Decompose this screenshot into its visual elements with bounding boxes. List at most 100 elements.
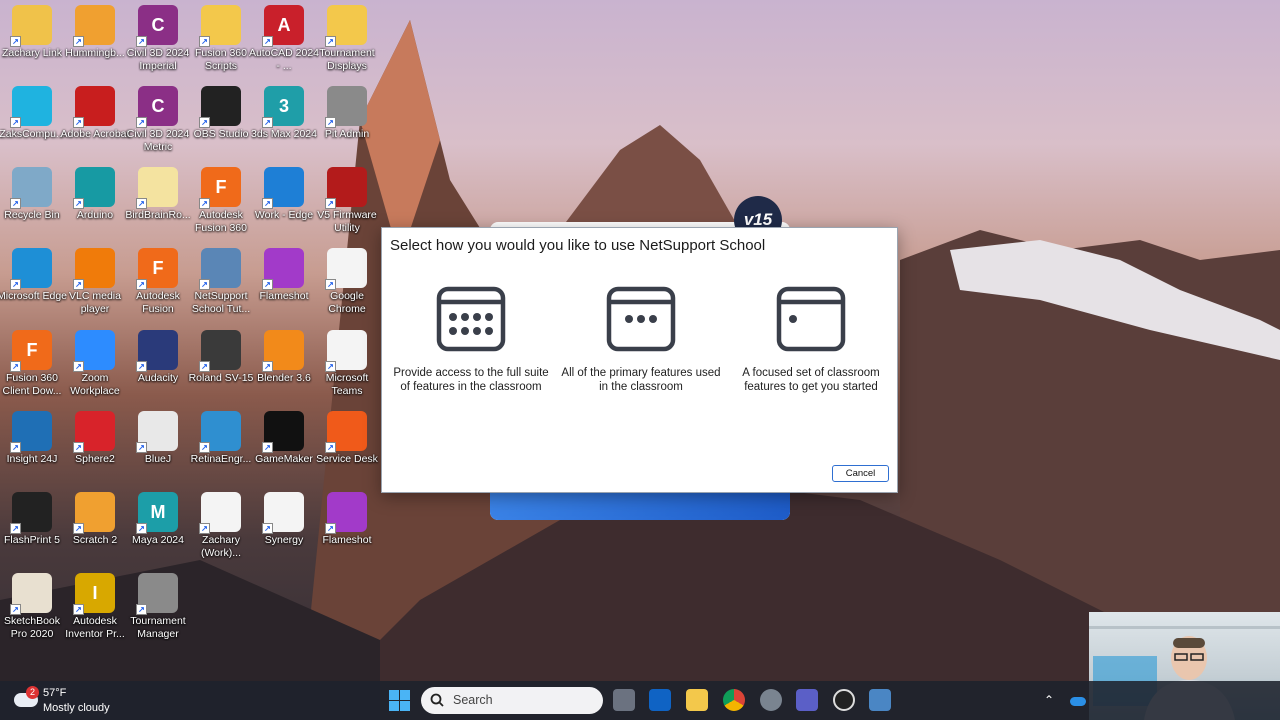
desktop-icon[interactable]: ↗ V5 Firmware Utility <box>315 167 379 247</box>
option-focused-set[interactable]: A focused set of classroom features to g… <box>731 286 891 394</box>
shortcut-arrow-icon: ↗ <box>199 198 210 209</box>
desktop-icon[interactable]: M ↗ Maya 2024 <box>126 492 190 572</box>
desktop-icon-label: Autodesk Fusion <box>136 290 180 315</box>
taskbar: 2 57°F Mostly cloudy Search ⌃ <box>0 681 1280 720</box>
shortcut-arrow-icon: ↗ <box>325 361 336 372</box>
desktop-icon[interactable]: ↗ Roland SV-15 <box>189 330 253 410</box>
desktop-icon[interactable]: ↗ Service Desk <box>315 411 379 491</box>
desktop-icon-label: Google Chrome <box>328 290 366 315</box>
netsupport-icon[interactable] <box>869 689 891 711</box>
shortcut-arrow-icon: ↗ <box>73 604 84 615</box>
desktop-icon[interactable]: ↗ SketchBook Pro 2020 <box>0 573 64 653</box>
cancel-button[interactable]: Cancel <box>832 465 889 482</box>
desktop-icon[interactable]: 3 ↗ 3ds Max 2024 <box>251 86 317 166</box>
desktop-icon[interactable]: ↗ Insight 24J <box>0 411 64 491</box>
desktop-icon-label: Civil 3D 2024 Metric <box>126 128 190 153</box>
desktop-icon-label: Autodesk Fusion 360 <box>195 209 247 234</box>
desktop-icon[interactable]: ↗ NetSupport School Tut... <box>189 248 253 328</box>
option-full-suite[interactable]: Provide access to the full suite of feat… <box>391 286 551 394</box>
app-icon: ↗ <box>325 86 367 128</box>
desktop-icon[interactable]: ↗ OBS Studio <box>189 86 253 166</box>
desktop-icon[interactable]: ↗ Flameshot <box>252 248 316 328</box>
taskbar-search[interactable]: Search <box>421 687 603 714</box>
app-icon: ↗ <box>10 5 52 47</box>
desktop-icon[interactable]: F ↗ Autodesk Fusion 360 <box>189 167 253 247</box>
desktop-icon[interactable]: ↗ Flameshot <box>315 492 379 572</box>
outlook-icon[interactable] <box>649 689 671 711</box>
desktop-icon[interactable]: ↗ Work - Edge <box>252 167 316 247</box>
file-explorer-icon[interactable] <box>686 689 708 711</box>
settings-gear-icon[interactable] <box>760 689 782 711</box>
task-view-icon[interactable] <box>613 689 635 711</box>
desktop-icon[interactable]: ↗ BlueJ <box>126 411 190 491</box>
desktop-icon[interactable]: ↗ Blender 3.6 <box>252 330 316 410</box>
desktop-icon[interactable]: I ↗ Autodesk Inventor Pr... <box>63 573 127 653</box>
desktop-icon[interactable]: C ↗ Civil 3D 2024 Imperial <box>126 5 190 85</box>
shortcut-arrow-icon: ↗ <box>199 117 210 128</box>
app-icon: ↗ <box>262 330 304 372</box>
obs-icon[interactable] <box>833 689 855 711</box>
desktop-icon[interactable]: ↗ Audacity <box>126 330 190 410</box>
app-icon: ↗ <box>136 330 178 372</box>
desktop-icon[interactable]: ↗ Adobe Acrobat <box>61 86 129 166</box>
search-placeholder: Search <box>453 693 493 707</box>
app-icon: ↗ <box>10 86 52 128</box>
shortcut-arrow-icon: ↗ <box>73 198 84 209</box>
desktop-icon[interactable]: ↗ Synergy <box>252 492 316 572</box>
shortcut-arrow-icon: ↗ <box>262 361 273 372</box>
desktop-icon[interactable]: ↗ Tournament Displays <box>315 5 379 85</box>
chrome-icon[interactable] <box>723 689 745 711</box>
shortcut-arrow-icon: ↗ <box>262 523 273 534</box>
weather-widget[interactable]: 2 57°F Mostly cloudy <box>14 685 134 717</box>
app-icon: ↗ <box>325 248 367 290</box>
shortcut-arrow-icon: ↗ <box>10 36 21 47</box>
desktop-icon-label: Arduino <box>76 209 114 221</box>
desktop-icon[interactable]: ↗ VLC media player <box>63 248 127 328</box>
option-focused-set-text: A focused set of classroom features to g… <box>742 367 880 393</box>
desktop-icon[interactable]: ↗ Microsoft Edge <box>0 248 67 328</box>
desktop-icon[interactable]: ↗ ZaksCompu... <box>0 86 65 166</box>
desktop-icon[interactable]: ↗ Tournament Manager <box>126 573 190 653</box>
desktop-icon[interactable]: ↗ Arduino <box>63 167 127 247</box>
desktop-icon[interactable]: ↗ Pit Admin <box>315 86 379 166</box>
weather-condition: Mostly cloudy <box>43 702 110 714</box>
desktop-icon[interactable]: ↗ Sphere2 <box>63 411 127 491</box>
app-icon-glyph: A <box>277 14 291 35</box>
option-primary-features[interactable]: All of the primary features used in the … <box>561 286 721 394</box>
desktop-icon[interactable]: ↗ Zachary Link <box>0 5 64 85</box>
shortcut-arrow-icon: ↗ <box>136 442 147 453</box>
dialog-title: Select how you would you like to use Net… <box>390 237 766 254</box>
desktop-icon[interactable]: ↗ Hummingb... <box>63 5 127 85</box>
shortcut-arrow-icon: ↗ <box>325 523 336 534</box>
desktop-icon-label: OBS Studio <box>193 128 249 140</box>
onedrive-icon[interactable] <box>1070 697 1086 706</box>
windows-start-icon[interactable] <box>389 690 410 711</box>
desktop-icon[interactable]: ↗ Scratch 2 <box>63 492 127 572</box>
desktop-icon[interactable]: ↗ Fusion 360 Scripts <box>189 5 253 85</box>
chevron-up-icon[interactable]: ⌃ <box>1044 693 1054 707</box>
desktop-icon[interactable]: ↗ GameMaker <box>252 411 316 491</box>
desktop-icon[interactable]: ↗ Google Chrome <box>315 248 379 328</box>
desktop-icon[interactable]: ↗ RetinaEngr... <box>189 411 253 491</box>
desktop-icon[interactable]: ↗ Zoom Workplace <box>63 330 127 410</box>
desktop-icon-label: Blender 3.6 <box>257 372 311 384</box>
desktop-icon-label: Zachary (Work)... <box>200 534 242 559</box>
desktop-icon[interactable]: ↗ Microsoft Teams <box>315 330 379 410</box>
desktop-icon[interactable]: ↗ Recycle Bin <box>0 167 64 247</box>
app-icon: ↗ <box>199 248 241 290</box>
teams-icon[interactable] <box>796 689 818 711</box>
desktop-icon[interactable]: F ↗ Autodesk Fusion <box>126 248 190 328</box>
desktop-icon[interactable]: ↗ Zachary (Work)... <box>189 492 253 572</box>
app-icon: ↗ <box>199 492 241 534</box>
app-icon: F ↗ <box>199 167 241 209</box>
desktop-icon[interactable]: F ↗ Fusion 360 Client Dow... <box>0 330 64 410</box>
desktop-icon-label: Tournament Displays <box>319 47 375 72</box>
desktop-icon[interactable]: ↗ BirdBrainRo... <box>125 167 191 247</box>
desktop-icon[interactable]: A ↗ AutoCAD 2024 - ... <box>249 5 319 85</box>
desktop-icon-label: Civil 3D 2024 Imperial <box>126 47 190 72</box>
shortcut-arrow-icon: ↗ <box>73 523 84 534</box>
app-icon: ↗ <box>199 86 241 128</box>
desktop-icon[interactable]: C ↗ Civil 3D 2024 Metric <box>126 86 190 166</box>
desktop-icon-label: V5 Firmware Utility <box>317 209 377 234</box>
desktop-icon[interactable]: ↗ FlashPrint 5 <box>0 492 64 572</box>
